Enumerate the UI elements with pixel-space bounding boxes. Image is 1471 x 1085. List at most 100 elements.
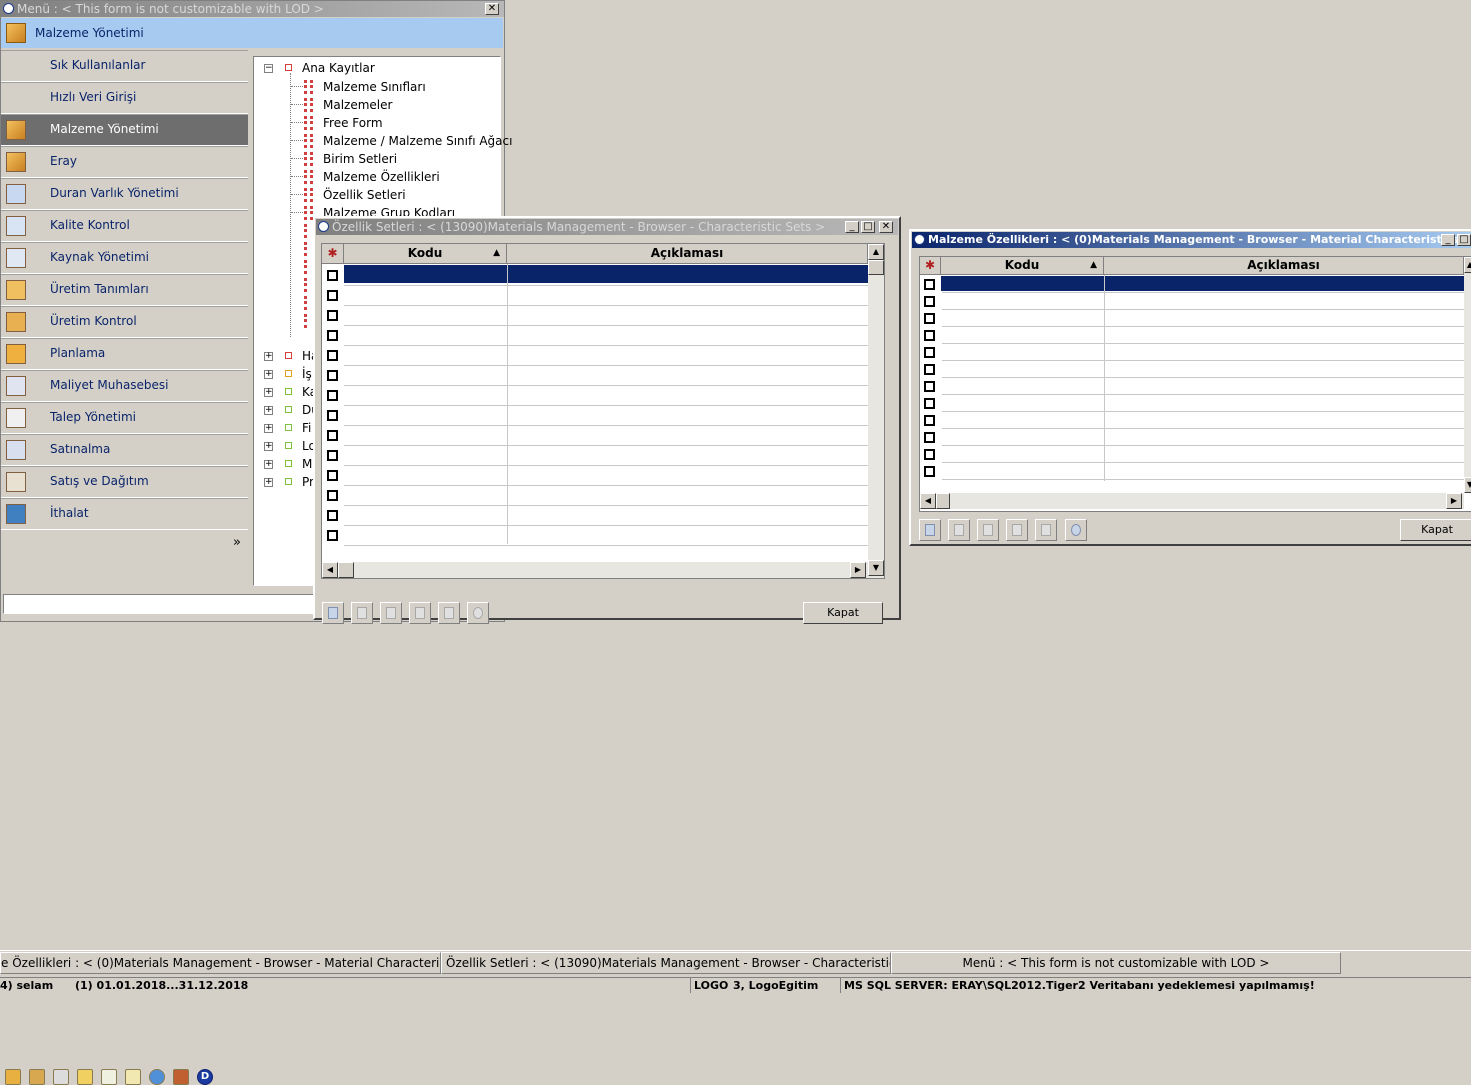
copy-button[interactable] [438,602,460,624]
horizontal-scrollbar[interactable]: ◀ ▶ [322,562,868,578]
menu-item[interactable]: Talep Yönetimi [1,402,248,434]
ozellik-grid[interactable]: ✱ Kodu ▲ Açıklaması ▲ ▼ ◀ ▶ [321,243,885,579]
row-checkbox[interactable] [924,381,935,392]
tree-root-label[interactable]: Ana Kayıtlar [302,61,375,75]
row-checkbox[interactable] [327,290,338,301]
tree-group-label[interactable]: Fi [302,421,311,435]
tree-item-label[interactable]: Malzeme Sınıfları [323,80,426,94]
ozellik-close-action-button[interactable]: Kapat [803,602,883,624]
vertical-scrollbar[interactable]: ▲ ▼ [1464,257,1471,493]
select-all-header[interactable]: ✱ [920,257,941,275]
menu-item[interactable]: Hızlı Veri Girişi [1,82,248,114]
row-checkbox[interactable] [327,410,338,421]
ozellik-maximize-button[interactable]: □ [861,221,875,233]
ozellik-col-desc[interactable]: Açıklaması [507,244,868,264]
row-checkbox[interactable] [924,449,935,460]
malzeme-maximize-button[interactable]: □ [1457,234,1471,246]
vertical-scrollbar[interactable]: ▲ ▼ [868,244,884,578]
malzeme-close-action-button[interactable]: Kapat [1400,519,1471,541]
menu-item[interactable]: Üretim Kontrol [1,306,248,338]
scroll-left-button[interactable]: ◀ [322,562,338,578]
menu-item[interactable]: Üretim Tanımları [1,274,248,306]
row-checkbox[interactable] [924,466,935,477]
row-checkbox[interactable] [924,415,935,426]
delete-button[interactable] [977,519,999,541]
row-checkbox[interactable] [327,450,338,461]
scroll-thumb[interactable] [936,493,950,509]
task-ozellik-setleri[interactable]: Özellik Setleri : < (13090)Materials Man… [441,952,891,974]
menu-header[interactable]: Malzeme Yönetimi [1,18,503,48]
bag-icon[interactable] [173,1069,189,1085]
globe-icon[interactable] [149,1069,165,1085]
row-checkbox[interactable] [327,390,338,401]
menu-item[interactable]: Eray [1,146,248,178]
row-checkbox[interactable] [924,398,935,409]
delete-button[interactable] [380,602,402,624]
malzeme-titlebar[interactable]: Malzeme Özellikleri : < (0)Materials Man… [912,232,1471,248]
menu-item[interactable]: Malzeme Yönetimi [1,114,248,146]
row-checkbox[interactable] [327,530,338,541]
expand-icon[interactable]: + [264,370,273,379]
new-record-button[interactable] [919,519,941,541]
expand-icon[interactable]: + [264,442,273,451]
info-button[interactable] [1065,519,1087,541]
tree-item-label[interactable]: Malzeme / Malzeme Sınıfı Ağacı [323,134,512,148]
tree-group-label[interactable]: İş [302,367,312,381]
row-checkbox[interactable] [327,270,338,281]
more-chevron-icon[interactable]: » [233,535,241,550]
select-all-header[interactable]: ✱ [322,244,344,264]
scroll-left-button[interactable]: ◀ [920,493,936,509]
d-icon[interactable]: D [197,1069,213,1085]
ozellik-col-code[interactable]: Kodu ▲ [344,244,507,264]
menu-item[interactable]: İthalat [1,498,248,530]
menu-item[interactable]: Kaynak Yönetimi [1,242,248,274]
chart-icon[interactable] [101,1069,117,1085]
task-menu[interactable]: Menü : < This form is not customizable w… [891,952,1341,974]
row-checkbox[interactable] [327,430,338,441]
row-checkbox[interactable] [924,313,935,324]
tree-item-label[interactable]: Malzemeler [323,98,392,112]
expand-icon[interactable]: + [264,388,273,397]
collapse-icon[interactable]: − [264,64,273,73]
ozellik-close-button[interactable]: ✕ [879,221,893,233]
scroll-right-button[interactable]: ▶ [850,562,866,578]
row-checkbox[interactable] [924,330,935,341]
menu-item[interactable]: Sık Kullanılanlar [1,50,248,82]
malzeme-col-desc[interactable]: Açıklaması [1104,257,1464,275]
row-checkbox[interactable] [327,310,338,321]
scroll-up-button[interactable]: ▲ [868,244,884,260]
scroll-down-button[interactable]: ▼ [868,560,884,576]
tree-item-label[interactable]: Free Form [323,116,383,130]
task-malzeme-ozellikleri[interactable]: e Özellikleri : < (0)Materials Managemen… [0,952,441,974]
selected-row[interactable] [941,276,1464,291]
menu-item[interactable]: Duran Varlık Yönetimi [1,178,248,210]
expand-icon[interactable]: + [264,424,273,433]
scroll-right-button[interactable]: ▶ [1446,493,1462,509]
expand-icon[interactable]: + [264,352,273,361]
menu-item[interactable]: Kalite Kontrol [1,210,248,242]
menu-item[interactable]: Maliyet Muhasebesi [1,370,248,402]
refresh-button[interactable] [409,602,431,624]
row-checkbox[interactable] [327,350,338,361]
tree-item-label[interactable]: Özellik Setleri [323,188,406,202]
malzeme-col-code[interactable]: Kodu ▲ [941,257,1104,275]
ozellik-minimize-button[interactable]: _ [845,221,859,233]
tree-item-label[interactable]: Birim Setleri [323,152,397,166]
menu-close-button[interactable]: ✕ [485,3,499,15]
check-icon[interactable] [125,1069,141,1085]
menu-item[interactable]: Satınalma [1,434,248,466]
gear-box-icon[interactable] [29,1069,45,1085]
note-icon[interactable] [77,1069,93,1085]
menu-titlebar[interactable]: Menü : < This form is not customizable w… [1,1,504,17]
row-checkbox[interactable] [327,370,338,381]
row-checkbox[interactable] [924,347,935,358]
print-button[interactable] [948,519,970,541]
menu-search-input[interactable] [3,594,323,614]
copy-button[interactable] [1035,519,1057,541]
row-checkbox[interactable] [924,279,935,290]
row-checkbox[interactable] [924,432,935,443]
row-checkbox[interactable] [924,364,935,375]
expand-icon[interactable]: + [264,478,273,487]
row-checkbox[interactable] [327,510,338,521]
expand-icon[interactable]: + [264,406,273,415]
